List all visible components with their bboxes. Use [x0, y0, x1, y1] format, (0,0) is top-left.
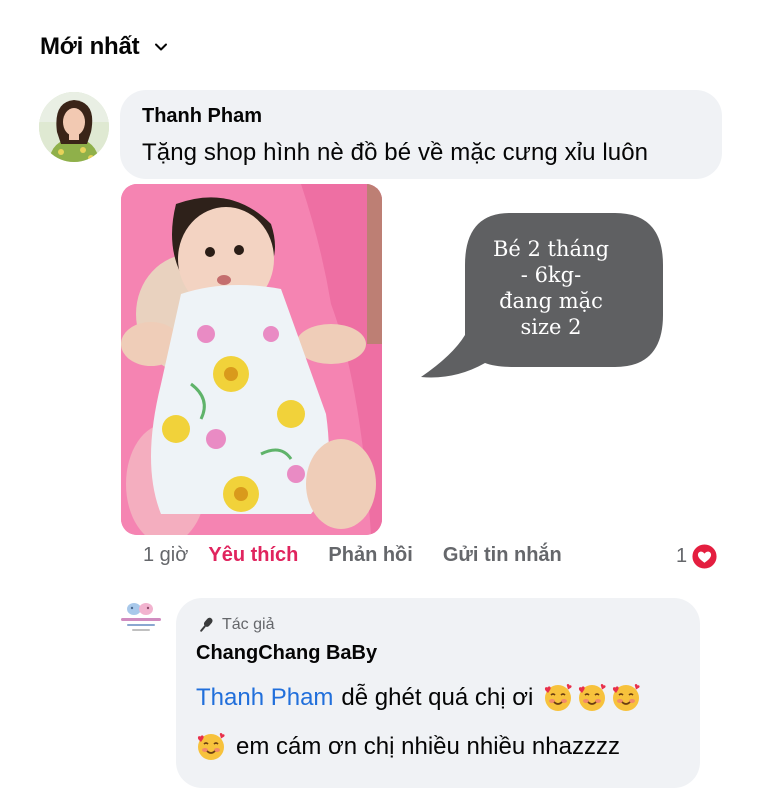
comment-bubble: Thanh Pham Tặng shop hình nè đồ bé về mặ… [120, 90, 722, 179]
comment-time[interactable]: 1 giờ [143, 544, 188, 567]
comment-author[interactable]: Thanh Pham [142, 105, 262, 128]
reply-author[interactable]: ChangChang BaBy [196, 642, 377, 665]
comment-text: Tặng shop hình nè đồ bé về mặc cưng xỉu … [142, 139, 649, 166]
like-button[interactable]: Yêu thích [208, 544, 298, 567]
sort-dropdown[interactable]: Mới nhất [40, 33, 169, 61]
microphone-icon [200, 617, 213, 632]
reply-text: em cám ơn chị nhiều nhiều nhazzzz [236, 733, 620, 760]
comment-photo[interactable] [121, 184, 382, 535]
speech-caption-line: size 2 [520, 315, 582, 339]
page-logo-avatar[interactable] [118, 601, 164, 633]
avatar-image [39, 92, 109, 162]
speech-caption-line: - 6kg- [520, 263, 582, 287]
author-badge: Tác giả [196, 615, 274, 635]
heart-icon [691, 543, 718, 570]
commenter-avatar[interactable] [39, 92, 109, 162]
speech-caption-line: đang mặc [499, 289, 603, 313]
reply-text-line1: Thanh Pham dễ ghét quá chị ơi [196, 683, 641, 713]
reply-text-line2: em cám ơn chị nhiều nhiều nhazzzz [196, 732, 620, 762]
reaction-count: 1 [676, 545, 688, 567]
speech-caption: Bé 2 tháng - 6kg- đang mặc size 2 [468, 236, 634, 340]
smiling-hearts-emoji-icon [579, 684, 606, 711]
baby-photo-image [121, 184, 382, 535]
reaction-summary[interactable]: 1 [676, 543, 718, 570]
sort-label: Mới nhất [40, 33, 140, 60]
speech-caption-line: Bé 2 tháng [492, 237, 610, 261]
smiling-hearts-emoji-icon [613, 684, 640, 711]
mention-link[interactable]: Thanh Pham [196, 684, 333, 712]
reply-text: dễ ghét quá chị ơi [341, 684, 534, 711]
smiling-hearts-emoji-icon [545, 684, 572, 711]
smiling-hearts-emoji-icon [197, 733, 225, 760]
chevron-down-icon [155, 43, 168, 51]
author-badge-label: Tác giả [222, 616, 275, 633]
reply-button[interactable]: Phản hồi [328, 544, 412, 567]
send-message-button[interactable]: Gửi tin nhắn [443, 544, 562, 567]
comment-actions: 1 giờ Yêu thích Phản hồi Gửi tin nhắn [143, 544, 562, 567]
page-logo-image [121, 603, 161, 631]
reply-bubble: Tác giả ChangChang BaBy Thanh Pham dễ gh… [176, 598, 700, 788]
